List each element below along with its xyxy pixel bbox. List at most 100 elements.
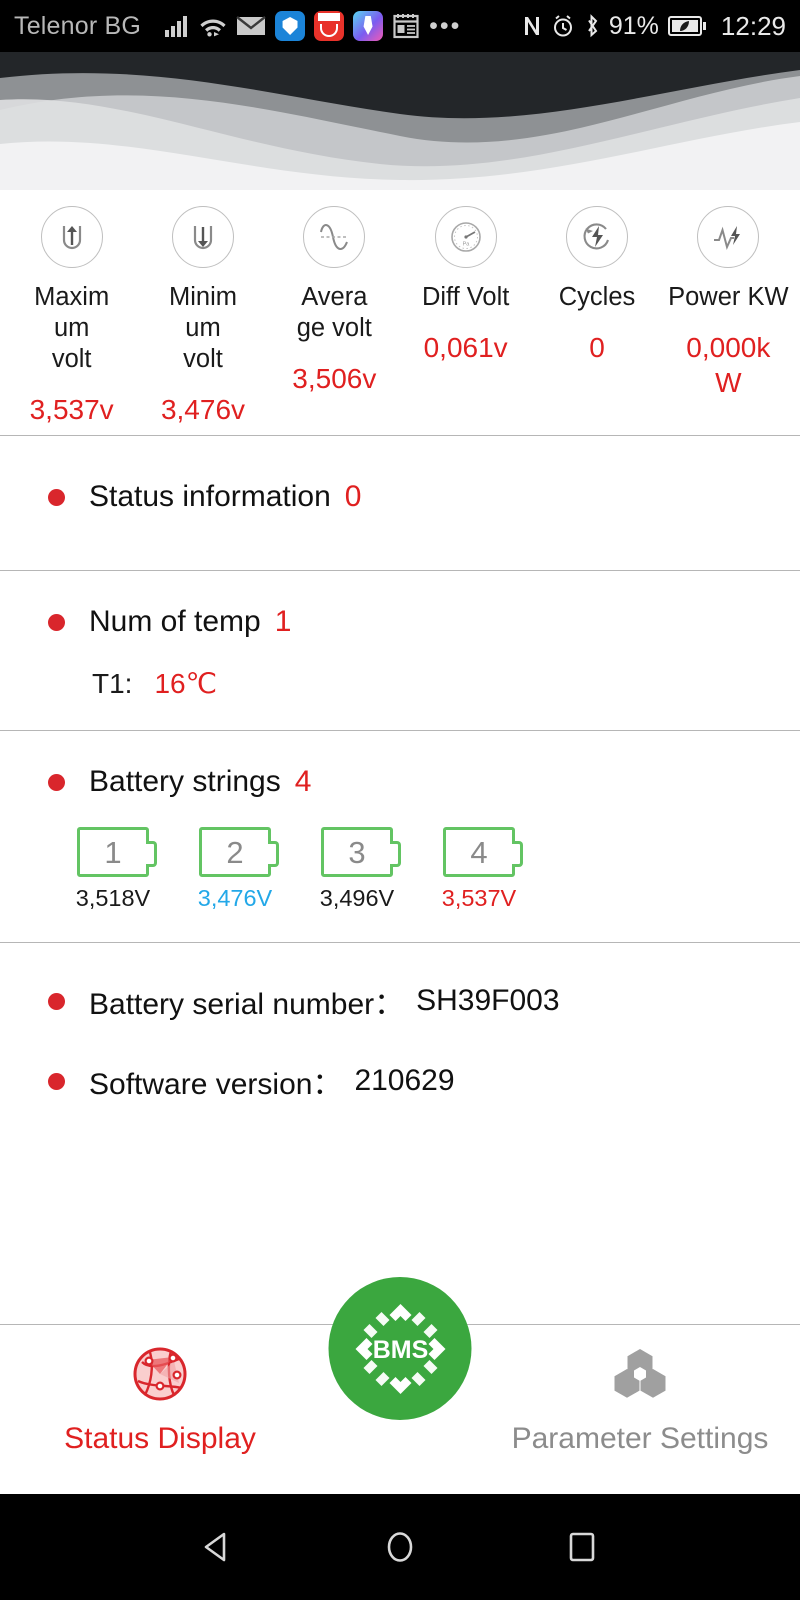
device-info-section: Battery serial number： SH39F003 Software… xyxy=(0,943,800,1103)
alarm-icon xyxy=(551,14,575,38)
status-information-row[interactable]: Status information 0 xyxy=(0,480,800,514)
aliexpress-app-icon xyxy=(314,11,345,41)
metric-value: 3,537v xyxy=(29,394,114,426)
metric-diff-volt: Pa Diff Volt 0,061v xyxy=(400,206,531,427)
metric-label: Average volt xyxy=(296,283,372,343)
bullet-icon xyxy=(48,773,65,791)
voltage-up-icon xyxy=(40,206,103,268)
hexagon-settings-icon xyxy=(609,1343,671,1410)
back-icon[interactable] xyxy=(197,1526,239,1568)
status-bar-right: 91% 12:29 xyxy=(522,11,786,42)
bullet-icon xyxy=(48,613,65,631)
home-icon[interactable] xyxy=(379,1526,421,1568)
clock-label: 12:29 xyxy=(720,10,786,41)
battery-cell-number: 2 xyxy=(226,834,244,870)
serial-number-value: SH39F003 xyxy=(416,984,560,1018)
cycle-bolt-icon xyxy=(565,206,628,268)
battery-cell-number: 4 xyxy=(470,834,488,870)
metric-label: Cycles xyxy=(558,283,636,311)
software-version-row: Software version： 210629 xyxy=(0,1059,800,1103)
battery-cell-number: 1 xyxy=(104,834,122,870)
battery-cell[interactable]: 2 3,476V xyxy=(192,827,279,912)
metric-label: Power KW xyxy=(668,283,789,311)
bullet-icon xyxy=(48,488,65,506)
bluetooth-icon xyxy=(584,14,600,38)
nfc-icon xyxy=(522,14,542,38)
tab-status-display[interactable]: Status Display xyxy=(0,1325,320,1456)
tab-status-display-label: Status Display xyxy=(64,1422,256,1455)
network-globe-icon xyxy=(129,1343,191,1410)
notes-app-icon xyxy=(392,12,420,40)
metrics-grid: Maximum volt 3,537v Minimum volt 3,476v xyxy=(0,190,800,435)
pulse-bolt-icon xyxy=(697,206,760,268)
battery-cell[interactable]: 4 3,537V xyxy=(436,827,523,912)
tab-parameter-settings[interactable]: Parameter Settings xyxy=(480,1325,800,1456)
serial-number-label: Battery serial number： xyxy=(89,988,405,1022)
recents-icon[interactable] xyxy=(561,1526,603,1568)
battery-cell-voltage: 3,518V xyxy=(75,885,151,912)
battery-cell-icon: 3 xyxy=(321,827,401,878)
metric-cycles: Cycles 0 xyxy=(531,206,662,427)
temperature-section[interactable]: Num of temp 1 T1: 16℃ xyxy=(0,571,800,730)
battery-cell-voltage: 3,537V xyxy=(441,885,517,912)
bottom-navigation-bar: Status Display Parameter Settings BMS xyxy=(0,1277,800,1494)
battery-cell[interactable]: 1 3,518V xyxy=(70,827,157,912)
voltage-down-icon xyxy=(171,206,234,268)
signal-icon xyxy=(164,14,190,38)
wifi-icon xyxy=(199,14,227,38)
temp-sensor-label: T1: xyxy=(92,668,133,700)
battery-cell-number: 3 xyxy=(348,834,366,870)
status-information-section[interactable]: Status information 0 xyxy=(0,436,800,570)
metric-average-volt: Average volt 3,506v xyxy=(269,206,400,427)
bullet-icon xyxy=(48,1072,65,1090)
metric-value: 0,000kW xyxy=(686,332,771,399)
serial-number-row: Battery serial number： SH39F003 xyxy=(0,979,800,1023)
battery-cell-icon: 1 xyxy=(77,827,157,878)
bullet-icon xyxy=(48,992,65,1010)
bms-logo-text: BMS xyxy=(372,1336,428,1364)
shield-app-icon xyxy=(275,11,306,41)
gauge-icon: Pa xyxy=(434,206,497,268)
email-icon xyxy=(236,15,266,37)
app-screen: Telenor BG ••• 91% 12:29 Maximum volt 3,… xyxy=(0,0,800,1600)
paint-app-icon xyxy=(353,11,384,41)
status-bar-left: Telenor BG ••• xyxy=(14,11,522,41)
metric-value: 0 xyxy=(589,332,605,364)
num-of-temp-label: Num of temp xyxy=(89,605,261,639)
metric-maximum-volt: Maximum volt 3,537v xyxy=(6,206,137,427)
metric-minimum-volt: Minimum volt 3,476v xyxy=(137,206,268,427)
metric-value: 0,061v xyxy=(423,332,508,364)
more-icon: ••• xyxy=(429,11,462,40)
status-information-label: Status information xyxy=(89,480,331,514)
metric-power-kw: Power KW 0,000kW xyxy=(663,206,794,427)
battery-strings-label: Battery strings xyxy=(89,765,281,799)
bms-logo-icon: BMS xyxy=(355,1303,445,1394)
temp-sensor-row: T1: 16℃ xyxy=(0,667,800,700)
header-wave-banner xyxy=(0,52,800,190)
software-version-label: Software version： xyxy=(89,1068,343,1102)
battery-cell-voltage: 3,476V xyxy=(197,885,273,912)
battery-strings-section[interactable]: Battery strings 4 1 3,518V 2 3,476V 3 3, xyxy=(0,731,800,942)
battery-strings-row[interactable]: Battery strings 4 xyxy=(0,765,800,799)
metric-value: 3,476v xyxy=(160,394,246,426)
android-navigation-bar xyxy=(0,1494,800,1600)
tab-parameter-settings-label: Parameter Settings xyxy=(511,1422,769,1455)
temp-sensor-value: 16℃ xyxy=(154,668,218,700)
battery-cell-voltage: 3,496V xyxy=(319,885,395,912)
software-version-value: 210629 xyxy=(354,1064,455,1098)
battery-strings-value: 4 xyxy=(294,765,312,799)
battery-cell-icon: 4 xyxy=(443,827,523,878)
battery-cell[interactable]: 3 3,496V xyxy=(314,827,401,912)
battery-icon xyxy=(667,15,706,37)
metric-label: Minimum volt xyxy=(168,283,237,374)
metric-label: Diff Volt xyxy=(421,283,510,311)
num-of-temp-row[interactable]: Num of temp 1 xyxy=(0,605,800,639)
battery-cell-list: 1 3,518V 2 3,476V 3 3,496V 4 3,537V xyxy=(0,827,800,912)
bms-home-button[interactable]: BMS xyxy=(328,1277,472,1420)
carrier-label: Telenor BG xyxy=(14,11,142,40)
metric-value: 3,506v xyxy=(292,363,377,395)
svg-text:Pa: Pa xyxy=(462,242,470,248)
sine-wave-icon xyxy=(303,206,366,268)
battery-cell-icon: 2 xyxy=(199,827,279,878)
system-status-bar: Telenor BG ••• 91% 12:29 xyxy=(0,0,800,52)
